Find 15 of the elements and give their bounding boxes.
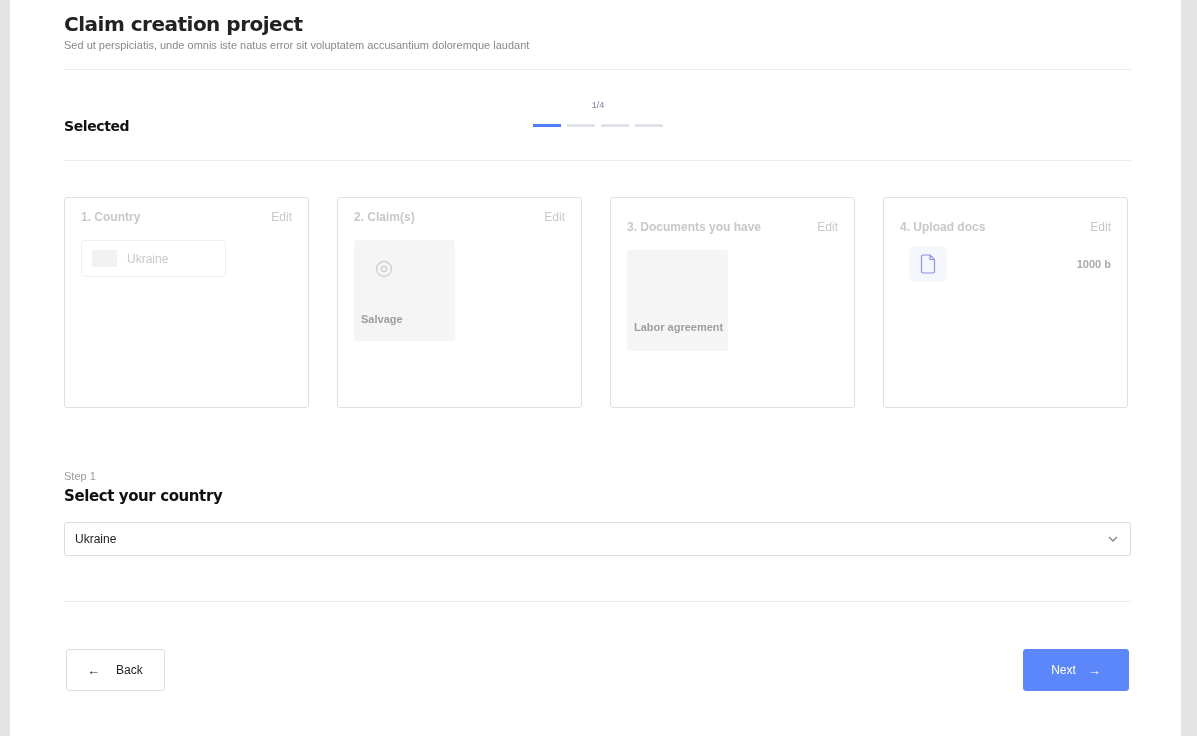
step-label: Step 1 [64,470,97,482]
country-select[interactable]: Ukraine [64,522,1131,556]
progress-label: 1/4 [591,100,605,110]
file-size: 1000 b [1076,258,1111,270]
document-name: Labor agreement [634,321,721,333]
file-icon [920,254,936,274]
chevron-down-icon [1108,536,1118,542]
lifebuoy-icon [375,260,393,278]
step-heading: Select your country [64,487,224,505]
page-subtitle: Sed ut perspiciatis, unde omnis iste natus error sit voluptatem accusantium doloremque laudant [64,39,531,51]
section-heading: Selected [64,118,131,134]
next-button[interactable]: Next → [1023,649,1129,691]
claim-name: Salvage [361,313,404,325]
page-title: Claim creation project [64,12,304,36]
back-button[interactable]: ← Back [66,649,165,691]
